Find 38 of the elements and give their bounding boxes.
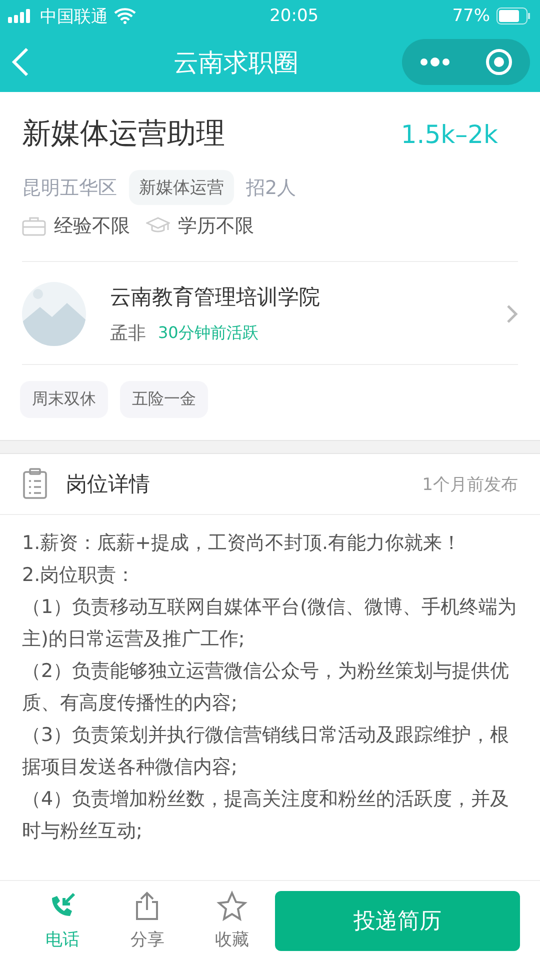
requirement-text: 学历不限: [178, 214, 254, 239]
action-tab[interactable]: 分享: [104, 890, 190, 951]
description-paragraph: （2）负责能够独立运营微信公众号，为粉丝策划与提供优质、有高度传播性的内容;: [22, 659, 510, 716]
benefit-tag: 五险一金: [120, 381, 208, 418]
posted-time: 1个月前发布: [422, 474, 518, 496]
apply-button[interactable]: 投递简历: [274, 890, 520, 950]
category-tag: 新媒体运营: [129, 170, 234, 205]
wifi-icon: [114, 8, 136, 24]
battery-icon: [496, 7, 532, 25]
carrier-name: 中国联通: [40, 6, 108, 28]
salary: 1.5k–2k: [400, 120, 498, 148]
mini-program-capsule[interactable]: [402, 39, 530, 85]
more-icon[interactable]: [420, 57, 450, 67]
job-title: 新媒体运营助理: [22, 115, 225, 152]
section-title: 岗位详情: [66, 471, 151, 498]
back-icon[interactable]: [10, 46, 30, 78]
job-location: 昆明五华区: [22, 176, 117, 200]
description-paragraph: （3）负责策划并执行微信营销线日常活动及跟踪维护，根据项目发送各种微信内容;: [22, 723, 510, 780]
description-paragraph: （4）负责增加粉丝数，提高关注度和粉丝的活跃度，并及时与粉丝互动;: [22, 787, 510, 844]
company-row[interactable]: 云南教育管理培训学院 孟非 30分钟前活跃: [22, 262, 518, 365]
action-tab[interactable]: 收藏: [190, 890, 275, 951]
star-icon: [216, 890, 248, 922]
company-name: 云南教育管理培训学院: [110, 284, 321, 311]
chevron-right-icon: [506, 304, 518, 324]
description-paragraph: 1.薪资：底薪+提成，工资尚不封顶.有能力你就来！: [22, 531, 462, 556]
briefcase-icon: [22, 216, 46, 236]
status-time: 20:05: [270, 6, 319, 26]
battery-percentage: 77%: [452, 6, 490, 26]
description-paragraph: （1）负责移动互联网自媒体平台(微信、微博、手机终端为主)的日常运营及推广工作;: [22, 595, 518, 652]
contact-name: 孟非: [110, 322, 146, 345]
page-title: 云南求职圈: [174, 46, 298, 78]
action-tab[interactable]: 电话: [20, 890, 105, 951]
active-status: 30分钟前活跃: [158, 322, 258, 344]
headcount: 招2人: [246, 176, 296, 200]
requirement-text: 经验不限: [54, 214, 130, 239]
description-paragraph: 2.岗位职责：: [22, 563, 136, 588]
clipboard-icon: [22, 468, 48, 500]
benefit-tag: 周末双休: [20, 381, 108, 418]
